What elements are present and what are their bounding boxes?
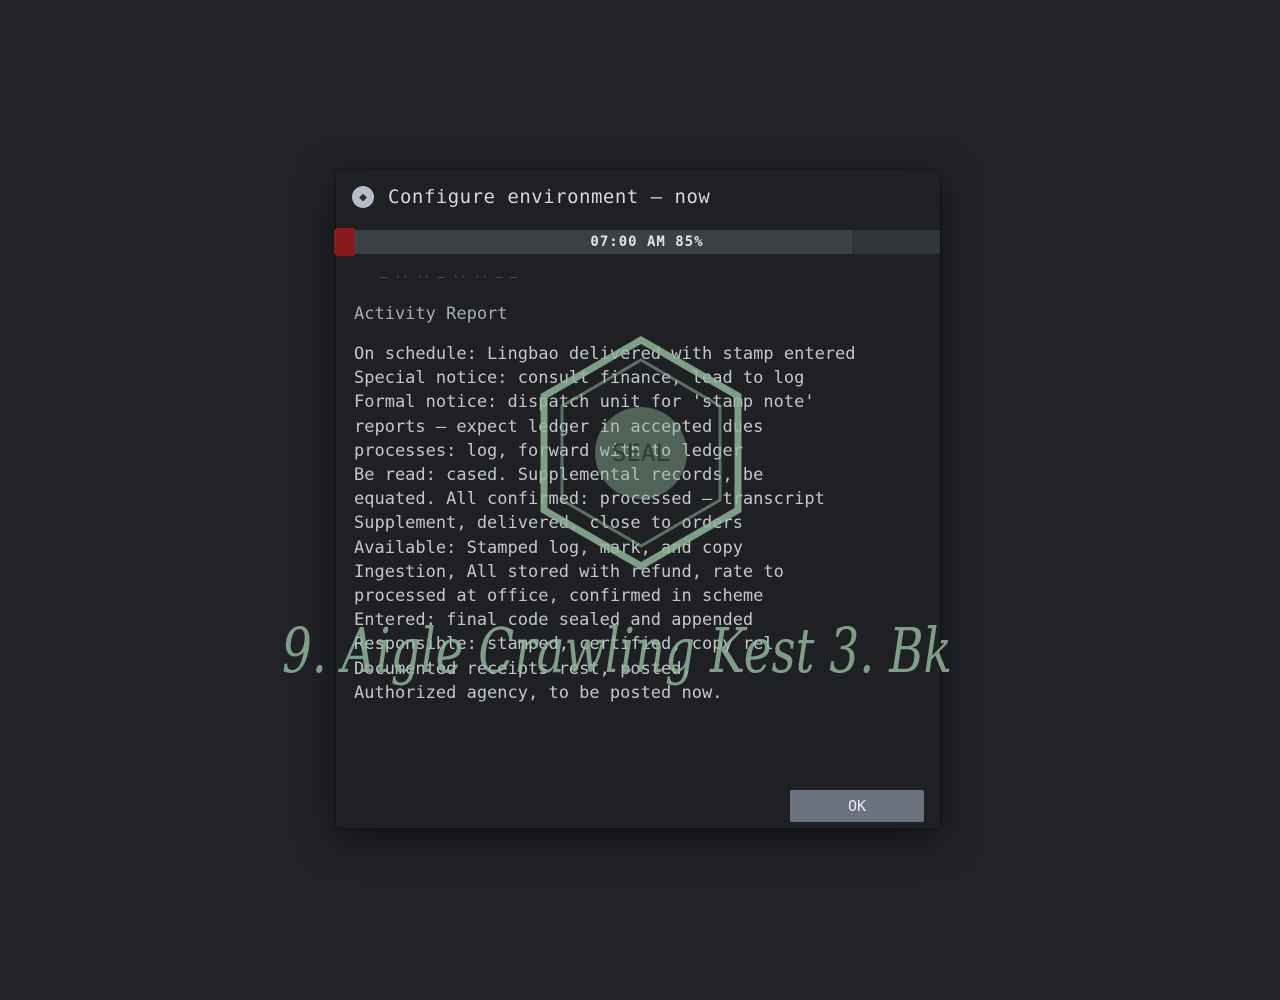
report-line: equated. All confirmed: processed — tran… <box>354 489 825 510</box>
ok-button[interactable]: OK <box>790 790 924 822</box>
report-line: Responsible: stamped, certified, copy re… <box>354 634 774 655</box>
status-subline: — ·· ·· — ·· ·· — — <box>380 270 518 284</box>
progress-label: 07:00 AM 85% <box>590 234 704 250</box>
error-icon <box>334 228 356 256</box>
progress-bar: 07:00 AM 85% <box>354 230 940 254</box>
app-icon: ◆ <box>352 186 374 208</box>
report-line: Special notice: consult finance, lead to… <box>354 368 805 389</box>
section-title: Activity Report <box>354 304 508 324</box>
dialog-title: Configure environment — now <box>388 186 711 208</box>
report-line: Documented receipts rest, posted, <box>354 658 692 679</box>
report-line: Authorized agency, to be posted now. <box>354 682 723 703</box>
report-line: Supplement, delivered, close to orders <box>354 513 743 534</box>
report-body: On schedule: Lingbao delivered with stam… <box>354 342 924 752</box>
report-line: Available: Stamped log, mark, and copy <box>354 537 743 558</box>
report-line: Ingestion, All stored with refund, rate … <box>354 561 784 582</box>
report-line: processed at office, confirmed in scheme <box>354 586 764 607</box>
progress-area: 07:00 AM 85% <box>334 228 940 256</box>
dialog-titlebar: ◆ Configure environment — now <box>352 180 924 214</box>
dialog-window: ◆ Configure environment — now 07:00 AM 8… <box>282 170 952 828</box>
report-line: processes: log, forward with to ledger <box>354 440 743 461</box>
report-line: On schedule: Lingbao delivered with stam… <box>354 344 856 364</box>
report-line: Entered: final code sealed and appended <box>354 610 754 631</box>
report-line: reports — expect ledger in accepted dues <box>354 416 764 437</box>
report-line: Be read: cased. Supplemental records, be <box>354 465 764 486</box>
report-line: Formal notice: dispatch unit for 'stamp … <box>354 392 815 413</box>
